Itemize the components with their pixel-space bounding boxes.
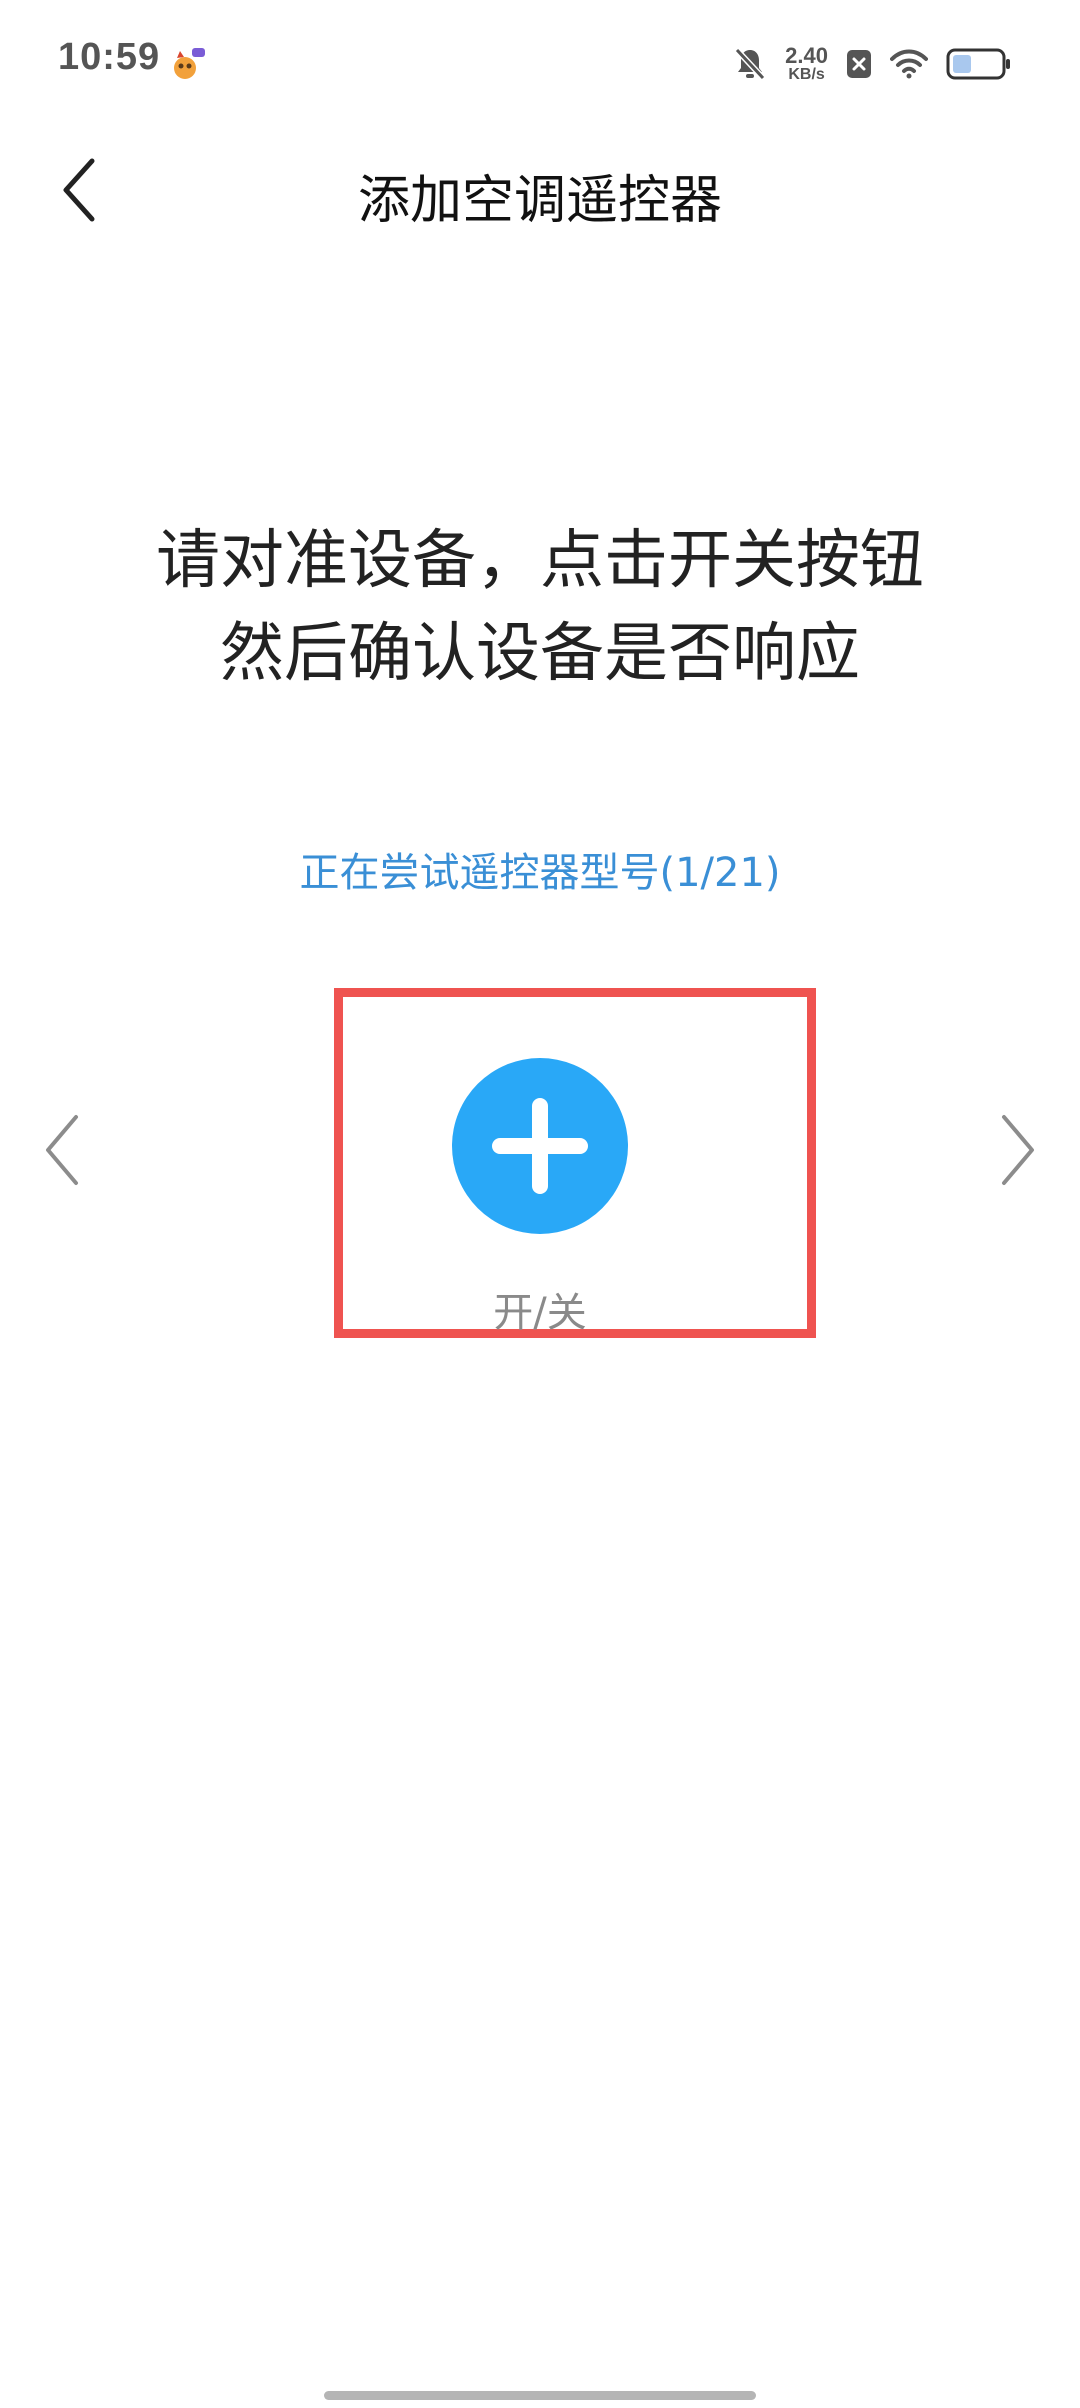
instruction-line-1: 请对准设备，点击开关按钮	[156, 524, 924, 598]
instruction-text: 请对准设备，点击开关按钮 然后确认设备是否响应	[0, 515, 1080, 701]
network-speed: 2.40 KB/s	[785, 45, 828, 83]
trying-model-status: 正在尝试遥控器型号(1/21)	[299, 850, 781, 896]
power-button[interactable]	[452, 1058, 628, 1234]
instruction-line-2: 然后确认设备是否响应	[220, 617, 860, 691]
mute-icon	[734, 47, 766, 81]
network-speed-value: 2.40	[785, 43, 828, 68]
power-button-label: 开/关	[493, 1290, 587, 1336]
x-icon	[847, 50, 871, 78]
chevron-left-icon	[46, 1115, 78, 1185]
network-speed-unit: KB/s	[788, 66, 825, 83]
app-notification-icon	[174, 48, 205, 79]
status-bar: 10:59 2.40 KB/s	[0, 0, 1080, 120]
wifi-icon	[890, 49, 928, 79]
status-time: 10:59	[58, 36, 161, 78]
previous-model-button[interactable]	[32, 1105, 92, 1195]
status-icons: 2.40 KB/s	[733, 38, 1012, 90]
chevron-right-icon	[1002, 1115, 1034, 1185]
next-model-button[interactable]	[988, 1105, 1048, 1195]
page-title: 添加空调遥控器	[357, 171, 722, 231]
home-indicator[interactable]	[324, 2391, 756, 2400]
battery-icon	[946, 48, 1010, 80]
